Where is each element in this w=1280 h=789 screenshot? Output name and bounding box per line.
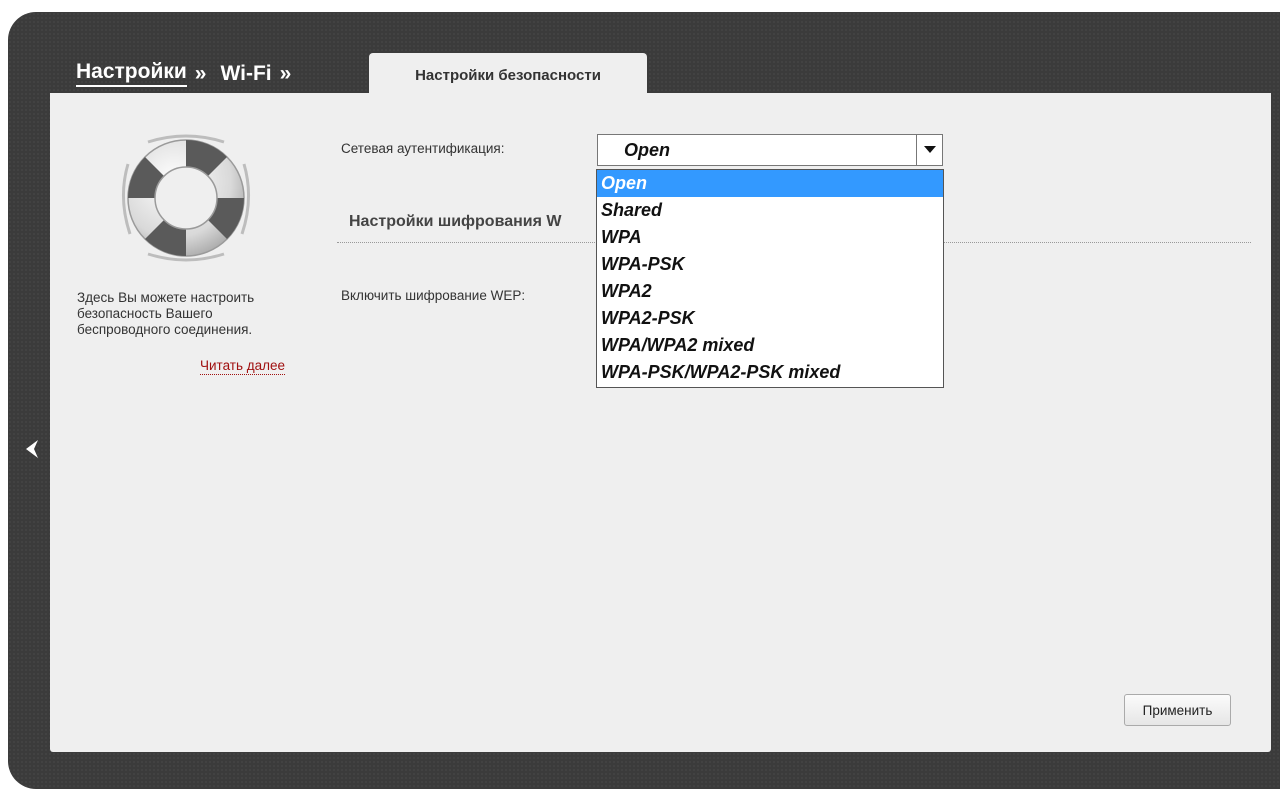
chevron-down-icon bbox=[923, 146, 936, 153]
encryption-section-title: Настройки шифрования W bbox=[349, 213, 562, 230]
auth-label: Сетевая аутентификация: bbox=[341, 141, 505, 156]
auth-option-wpa-psk[interactable]: WPA-PSK bbox=[597, 251, 943, 278]
wep-label: Включить шифрование WEP: bbox=[341, 288, 526, 303]
auth-option-wpa[interactable]: WPA bbox=[597, 224, 943, 251]
breadcrumb-settings-link[interactable]: Настройки bbox=[76, 60, 187, 87]
breadcrumb-wifi-link[interactable]: Wi-Fi bbox=[220, 62, 271, 86]
auth-option-wpa2[interactable]: WPA2 bbox=[597, 278, 943, 305]
apply-button[interactable]: Применить bbox=[1124, 694, 1231, 726]
breadcrumb: Настройки » Wi-Fi » bbox=[76, 60, 305, 87]
tab-security-settings[interactable]: Настройки безопасности bbox=[369, 53, 647, 97]
auth-option-wpa2-psk[interactable]: WPA2-PSK bbox=[597, 305, 943, 332]
back-arrow-icon[interactable] bbox=[22, 437, 42, 461]
auth-select-arrow[interactable] bbox=[916, 134, 943, 166]
lifebuoy-icon bbox=[121, 134, 251, 262]
breadcrumb-separator: » bbox=[194, 61, 207, 85]
auth-select[interactable]: Open bbox=[597, 134, 917, 166]
breadcrumb-separator: » bbox=[279, 61, 292, 85]
help-text: Здесь Вы можете настроить безопасность В… bbox=[77, 290, 255, 337]
auth-option-wpa-wpa2-mixed[interactable]: WPA/WPA2 mixed bbox=[597, 332, 943, 359]
read-more-link[interactable]: Читать далее bbox=[200, 358, 286, 375]
auth-dropdown-list: Open Shared WPA WPA-PSK WPA2 WPA2-PSK WP… bbox=[596, 169, 944, 388]
auth-option-shared[interactable]: Shared bbox=[597, 197, 943, 224]
auth-select-value: Open bbox=[624, 139, 671, 160]
auth-option-open[interactable]: Open bbox=[597, 170, 943, 197]
auth-option-wpa-psk-wpa2-psk-mixed[interactable]: WPA-PSK/WPA2-PSK mixed bbox=[597, 359, 943, 386]
